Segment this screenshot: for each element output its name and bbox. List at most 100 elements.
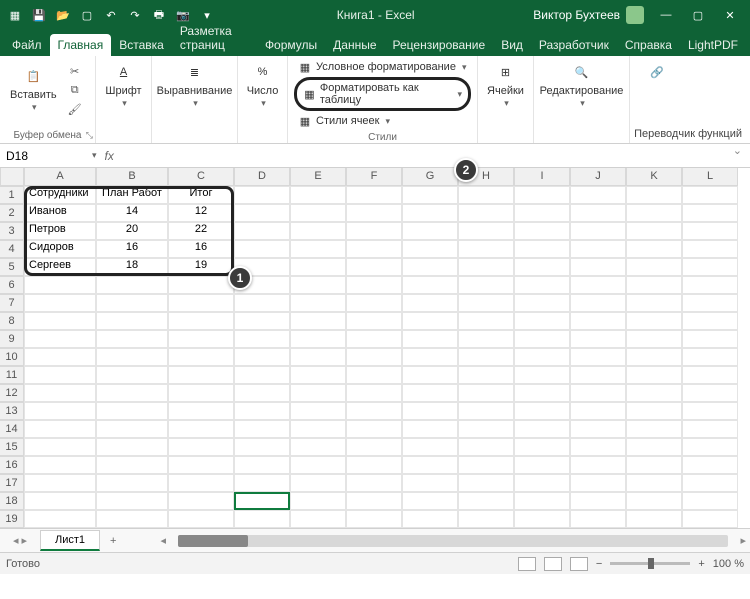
alignment-button[interactable]: ≣ Выравнивание ▾	[158, 58, 231, 111]
cell[interactable]	[168, 294, 234, 312]
cell[interactable]	[96, 456, 168, 474]
cell[interactable]	[346, 276, 402, 294]
cell[interactable]	[290, 438, 346, 456]
cell[interactable]	[514, 276, 570, 294]
cell[interactable]	[570, 312, 626, 330]
scroll-right-icon[interactable]: ▸	[736, 534, 750, 547]
cell[interactable]	[402, 330, 458, 348]
cell[interactable]	[290, 510, 346, 528]
cell[interactable]: 16	[168, 240, 234, 258]
zoom-in-icon[interactable]: +	[698, 558, 704, 570]
column-header[interactable]: A	[24, 168, 96, 186]
cell[interactable]	[346, 258, 402, 276]
row-header[interactable]: 11	[0, 366, 24, 384]
cell[interactable]	[570, 492, 626, 510]
cell[interactable]	[570, 402, 626, 420]
cell[interactable]	[458, 510, 514, 528]
cell[interactable]	[682, 366, 738, 384]
tab-layout[interactable]: Разметка страниц	[172, 20, 257, 56]
dialog-launcher-icon[interactable]: ⤡	[86, 130, 93, 141]
cell[interactable]	[570, 330, 626, 348]
cell[interactable]	[682, 348, 738, 366]
cell[interactable]	[346, 330, 402, 348]
cell[interactable]	[402, 348, 458, 366]
scroll-left-icon[interactable]: ◂	[156, 534, 170, 547]
cell[interactable]	[682, 456, 738, 474]
page-layout-view-icon[interactable]	[544, 557, 562, 571]
cell[interactable]	[458, 312, 514, 330]
row-header[interactable]: 8	[0, 312, 24, 330]
cell[interactable]	[346, 420, 402, 438]
redo-icon[interactable]: ↷	[124, 4, 146, 26]
row-header[interactable]: 2	[0, 204, 24, 222]
cell[interactable]	[514, 330, 570, 348]
cell[interactable]	[290, 330, 346, 348]
name-box[interactable]	[0, 144, 90, 167]
cell[interactable]	[96, 294, 168, 312]
cell[interactable]	[402, 276, 458, 294]
cell[interactable]	[514, 258, 570, 276]
cell[interactable]	[234, 456, 290, 474]
conditional-formatting-button[interactable]: ▦ Условное форматирование▾	[294, 58, 471, 76]
cell[interactable]	[24, 330, 96, 348]
cell[interactable]	[290, 366, 346, 384]
cell[interactable]	[346, 186, 402, 204]
cell[interactable]	[96, 312, 168, 330]
cell[interactable]	[682, 402, 738, 420]
cell[interactable]	[234, 312, 290, 330]
maximize-button[interactable]: ▢	[682, 0, 714, 30]
cell[interactable]	[290, 204, 346, 222]
cell[interactable]	[234, 294, 290, 312]
cell[interactable]	[402, 312, 458, 330]
open-icon[interactable]: 📂	[52, 4, 74, 26]
column-header[interactable]: J	[570, 168, 626, 186]
cell[interactable]	[402, 402, 458, 420]
cell[interactable]	[458, 204, 514, 222]
row-header[interactable]: 1	[0, 186, 24, 204]
cell[interactable]	[234, 348, 290, 366]
cell[interactable]	[402, 384, 458, 402]
tab-data[interactable]: Данные	[325, 34, 384, 56]
row-header[interactable]: 10	[0, 348, 24, 366]
cell[interactable]	[570, 222, 626, 240]
tab-review[interactable]: Рецензирование	[385, 34, 494, 56]
row-header[interactable]: 9	[0, 330, 24, 348]
cell[interactable]	[346, 456, 402, 474]
cell-styles-button[interactable]: ▦ Стили ячеек▾	[294, 112, 471, 130]
cell[interactable]	[24, 384, 96, 402]
cell[interactable]	[402, 438, 458, 456]
row-header[interactable]: 15	[0, 438, 24, 456]
cell[interactable]	[514, 186, 570, 204]
cell[interactable]	[682, 330, 738, 348]
cell[interactable]	[570, 384, 626, 402]
cell[interactable]	[234, 240, 290, 258]
row-header[interactable]: 7	[0, 294, 24, 312]
page-break-view-icon[interactable]	[570, 557, 588, 571]
cell[interactable]	[168, 510, 234, 528]
cell[interactable]	[168, 276, 234, 294]
cell[interactable]	[570, 348, 626, 366]
cell[interactable]	[96, 420, 168, 438]
cell[interactable]	[168, 348, 234, 366]
zoom-slider[interactable]	[610, 562, 690, 565]
cell[interactable]	[514, 366, 570, 384]
cell[interactable]	[96, 330, 168, 348]
cell[interactable]	[168, 330, 234, 348]
tab-lightpdf[interactable]: LightPDF	[680, 34, 746, 56]
cell[interactable]: 12	[168, 204, 234, 222]
cell[interactable]	[402, 294, 458, 312]
cell[interactable]	[290, 456, 346, 474]
cell[interactable]	[626, 384, 682, 402]
cell[interactable]	[24, 294, 96, 312]
column-header[interactable]: B	[96, 168, 168, 186]
undo-icon[interactable]: ↶	[100, 4, 122, 26]
cell[interactable]: План Работ	[96, 186, 168, 204]
cell[interactable]	[24, 510, 96, 528]
zoom-out-icon[interactable]: −	[596, 558, 602, 570]
cell[interactable]	[570, 510, 626, 528]
cell[interactable]	[168, 384, 234, 402]
cell[interactable]	[402, 474, 458, 492]
close-button[interactable]: ✕	[714, 0, 746, 30]
cell[interactable]	[402, 420, 458, 438]
column-header[interactable]: L	[682, 168, 738, 186]
